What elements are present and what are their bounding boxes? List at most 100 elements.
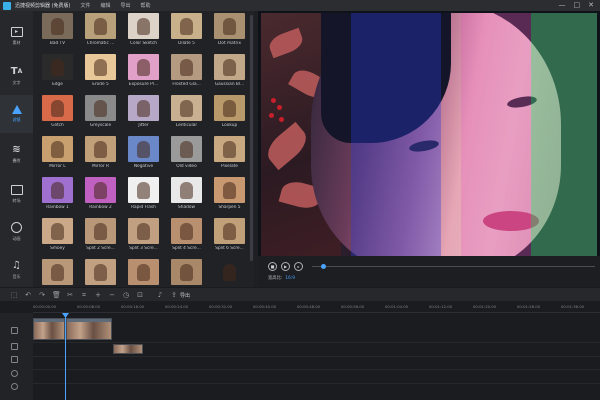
menu-export[interactable]: 导出	[121, 2, 131, 9]
text-track-icon[interactable]	[11, 356, 18, 363]
effect-tile[interactable]: Split 6 Scre...	[209, 218, 250, 259]
effect-tile[interactable]: Jitter	[123, 95, 164, 136]
timeline: 00:00:00.00 00:00:08.00 00:00:16.00 00:00:2…	[0, 301, 600, 400]
microphone-icon[interactable]: ♪	[156, 291, 164, 299]
lock-icon[interactable]: ⊡	[136, 291, 144, 299]
effect-tile[interactable]: Gaussian Bl...	[209, 54, 250, 95]
effect-tile[interactable]: Pixelate	[209, 136, 250, 177]
rail-item-media[interactable]: ▸ 素材	[0, 17, 33, 55]
effect-thumbnail	[214, 95, 245, 121]
music-track-icon[interactable]	[11, 370, 18, 377]
effect-tile[interactable]: Edge	[37, 54, 78, 95]
next-frame-button[interactable]: ▸	[294, 262, 303, 271]
effect-tile[interactable]: Chromatic ...	[80, 13, 121, 54]
rail-item-overlay[interactable]: ≋ 叠附	[0, 135, 33, 173]
effect-tile[interactable]: Rainbow 1	[37, 177, 78, 218]
effect-tile[interactable]	[123, 259, 164, 287]
effect-tile[interactable]	[166, 259, 207, 287]
effects-scrollbar[interactable]	[250, 15, 253, 261]
aspect-ratio[interactable]: 宽高比: 16:9	[268, 275, 295, 281]
effect-thumbnail	[214, 177, 245, 203]
zoom-in-icon[interactable]: +	[94, 291, 102, 299]
effect-tile[interactable]: Rainbow 2	[80, 177, 121, 218]
effect-tile[interactable]	[209, 259, 250, 287]
effect-tile[interactable]: Exposure Pl...	[123, 54, 164, 95]
delete-icon[interactable]: 🗑	[52, 291, 61, 299]
effect-tile[interactable]: Old video	[166, 136, 207, 177]
effect-tile[interactable]: Lookup	[209, 95, 250, 136]
maximize-icon[interactable]: □	[574, 1, 581, 9]
timeline-ruler[interactable]: 00:00:00.00 00:00:08.00 00:00:16.00 00:00:2…	[33, 301, 600, 313]
effect-tile[interactable]: Split 2 Scre...	[80, 218, 121, 259]
effect-tile[interactable]: Mirror L	[37, 136, 78, 177]
video-track-icon[interactable]	[11, 327, 18, 334]
music-icon: ♫	[12, 260, 21, 271]
effect-tile[interactable]: Frosted Gla...	[166, 54, 207, 95]
effect-label: Glitch	[51, 123, 64, 128]
split-icon[interactable]: ✂	[66, 291, 74, 299]
clip-strip	[34, 319, 64, 322]
effect-tile[interactable]: Split 4 Scre...	[166, 218, 207, 259]
rail-item-filter[interactable]: 滤镜	[0, 95, 33, 133]
effect-tile[interactable]: Mirror R	[80, 136, 121, 177]
track-separator	[33, 383, 600, 384]
menu-file[interactable]: 文件	[81, 2, 91, 9]
zoom-out-icon[interactable]: −	[108, 291, 116, 299]
rail-item-music[interactable]: ♫ 音乐	[0, 251, 33, 289]
minimize-icon[interactable]: —	[559, 1, 566, 9]
preview-window	[258, 11, 600, 256]
rail-item-animation[interactable]: 动画	[0, 213, 33, 251]
effect-tile[interactable]: Rapid Flash	[123, 177, 164, 218]
aspect-ratio-value[interactable]: 16:9	[285, 276, 295, 281]
play-button[interactable]: ▶	[281, 262, 290, 271]
effect-tile[interactable]: Split 3 Scre...	[123, 218, 164, 259]
effect-tile[interactable]: Negative	[123, 136, 164, 177]
undo-icon[interactable]: ↶	[24, 291, 32, 299]
effect-tile[interactable]: Glitch	[37, 95, 78, 136]
stop-button[interactable]: ■	[268, 262, 277, 271]
effect-tile[interactable]: Dilate 5	[166, 13, 207, 54]
effect-thumbnail	[171, 54, 202, 80]
video-clip[interactable]	[33, 318, 65, 340]
redo-icon[interactable]: ↷	[38, 291, 46, 299]
effect-thumbnail	[85, 218, 116, 244]
pointer-icon[interactable]: ⬚	[10, 291, 18, 299]
effect-tile[interactable]	[37, 259, 78, 287]
ruler-tick: 00:01:20.00	[473, 304, 497, 309]
effect-tile[interactable]: Bad TV	[37, 13, 78, 54]
ruler-tick: 00:00:00.00	[33, 304, 57, 309]
clip-strip	[67, 319, 111, 322]
menu-edit[interactable]: 编辑	[101, 2, 111, 9]
crop-icon[interactable]: ⌗	[80, 291, 88, 299]
effect-label: Rapid Flash	[131, 205, 156, 210]
export-button[interactable]: ⇪ 导出	[170, 290, 190, 300]
close-icon[interactable]: ✕	[588, 1, 594, 9]
playhead[interactable]	[65, 313, 66, 400]
pip-track-icon[interactable]	[11, 343, 18, 350]
effect-tile[interactable]: Lenticular	[166, 95, 207, 136]
menu-bar: 文件 编辑 导出 帮助	[81, 2, 161, 9]
effect-tile[interactable]: Greyscale	[80, 95, 121, 136]
effect-tile[interactable]: Sharpen 5	[209, 177, 250, 218]
pip-clip[interactable]	[113, 344, 143, 354]
video-clip[interactable]	[66, 318, 112, 340]
color-band	[531, 13, 597, 256]
effect-tile[interactable]: Smoey	[37, 218, 78, 259]
effect-tile[interactable]: Erode 5	[80, 54, 121, 95]
speed-icon[interactable]: ◷	[122, 291, 130, 299]
effect-label: Mirror R	[91, 164, 109, 169]
menu-help[interactable]: 帮助	[141, 2, 151, 9]
progress-bar[interactable]	[312, 266, 595, 267]
voice-track-icon[interactable]	[11, 383, 18, 390]
effect-thumbnail	[214, 259, 245, 285]
effect-label: Smoey	[50, 246, 65, 251]
effect-tile[interactable]	[80, 259, 121, 287]
ruler-tick: 00:01:36.00	[561, 304, 585, 309]
rail-item-transition[interactable]: 转场	[0, 175, 33, 213]
effect-tile[interactable]: Shadow	[166, 177, 207, 218]
progress-knob[interactable]	[321, 264, 327, 269]
effect-tile[interactable]: Color Sketch	[123, 13, 164, 54]
rail-label: 文字	[12, 79, 21, 85]
rail-item-text[interactable]: TA 文字	[0, 57, 33, 95]
effect-tile[interactable]: Dot matrix	[209, 13, 250, 54]
